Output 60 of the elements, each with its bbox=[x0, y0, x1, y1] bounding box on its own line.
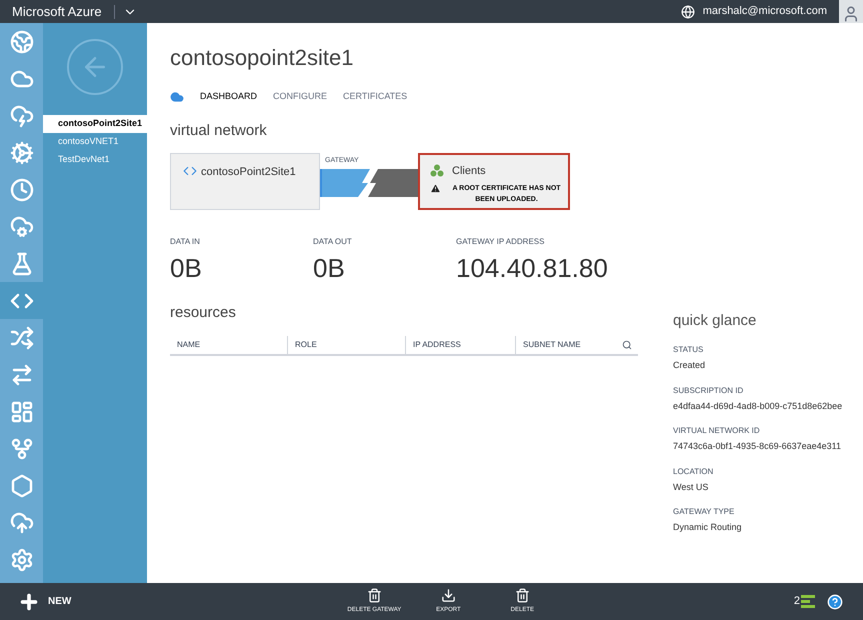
cloud-icon bbox=[170, 90, 184, 104]
gear-icon bbox=[10, 140, 34, 164]
column-header[interactable]: NAME bbox=[170, 336, 287, 354]
field-label: STATUS bbox=[673, 344, 704, 356]
download-icon bbox=[440, 588, 456, 603]
cloud-upload-icon bbox=[10, 510, 34, 534]
field-value: e4dfaa44-d69d-4ad8-b009-c751d8e62bee bbox=[673, 400, 842, 412]
subscription-dropdown[interactable] bbox=[114, 4, 137, 18]
clients-icon bbox=[430, 164, 444, 178]
search-icon[interactable] bbox=[622, 340, 632, 350]
tab[interactable]: DASHBOARD bbox=[200, 90, 258, 104]
tab[interactable]: CERTIFICATES bbox=[343, 90, 408, 104]
cloud-lightning-icon bbox=[10, 104, 34, 128]
section-heading: quick glance bbox=[673, 310, 758, 330]
column-header[interactable]: SUBNET NAME bbox=[515, 336, 611, 354]
fork-icon bbox=[10, 436, 34, 460]
field-value: Dynamic Routing bbox=[673, 521, 743, 534]
shuffle-icon bbox=[10, 326, 34, 350]
rail-item[interactable] bbox=[0, 282, 43, 319]
new-button[interactable]: NEW bbox=[18, 590, 72, 612]
stat-value: 0B bbox=[313, 252, 346, 284]
globe-icon bbox=[10, 30, 34, 54]
field-label: SUBSCRIPTION ID bbox=[673, 384, 744, 396]
hexagon-icon bbox=[10, 474, 34, 498]
tab[interactable]: CONFIGURE bbox=[273, 90, 328, 104]
field-value: Created bbox=[673, 359, 706, 372]
field-label: GATEWAY TYPE bbox=[673, 506, 736, 518]
section-heading: resources bbox=[170, 302, 237, 322]
stat-value: 0B bbox=[170, 252, 203, 284]
help-icon[interactable] bbox=[827, 594, 843, 610]
network-name: contosoPoint2Site1 bbox=[201, 164, 296, 180]
network-node[interactable]: contosoPoint2Site1 bbox=[170, 152, 320, 210]
user-email[interactable]: marshalc@microsoft.com bbox=[702, 3, 827, 20]
field-label: LOCATION bbox=[673, 466, 714, 478]
column-header[interactable]: ROLE bbox=[287, 336, 405, 354]
panel-icon bbox=[10, 400, 34, 424]
stat-value: 104.40.81.80 bbox=[456, 252, 608, 284]
clients-label: Clients bbox=[452, 164, 486, 178]
settings-icon bbox=[10, 548, 34, 572]
section-heading: virtual network bbox=[170, 121, 268, 141]
stat-label: DATA OUT bbox=[313, 236, 353, 248]
page-title: contosopoint2site1 bbox=[170, 44, 354, 72]
network-item[interactable]: contosoPoint2Site1 bbox=[43, 115, 147, 133]
field-label: VIRTUAL NETWORK ID bbox=[673, 425, 761, 437]
trash-icon bbox=[514, 588, 530, 603]
trash-icon bbox=[366, 588, 382, 603]
avatar[interactable] bbox=[839, 0, 863, 23]
notifications-button[interactable]: 2 bbox=[794, 593, 815, 610]
field-value: West US bbox=[673, 480, 710, 494]
back-button[interactable] bbox=[67, 39, 123, 95]
field-value: 74743c6a-0bf1-4935-8c69-6637eae4e311 bbox=[673, 440, 842, 453]
clock-icon bbox=[10, 178, 34, 202]
brand-name: Microsoft Azure bbox=[12, 2, 102, 21]
stat-label: DATA IN bbox=[170, 236, 201, 248]
column-header[interactable]: IP ADDRESS bbox=[405, 336, 515, 354]
warning-icon bbox=[430, 183, 441, 194]
stat-label: GATEWAY IP ADDRESS bbox=[456, 236, 546, 248]
globe-icon[interactable] bbox=[680, 4, 695, 18]
list-icon bbox=[801, 595, 815, 608]
cloud-gear-icon bbox=[10, 214, 34, 238]
